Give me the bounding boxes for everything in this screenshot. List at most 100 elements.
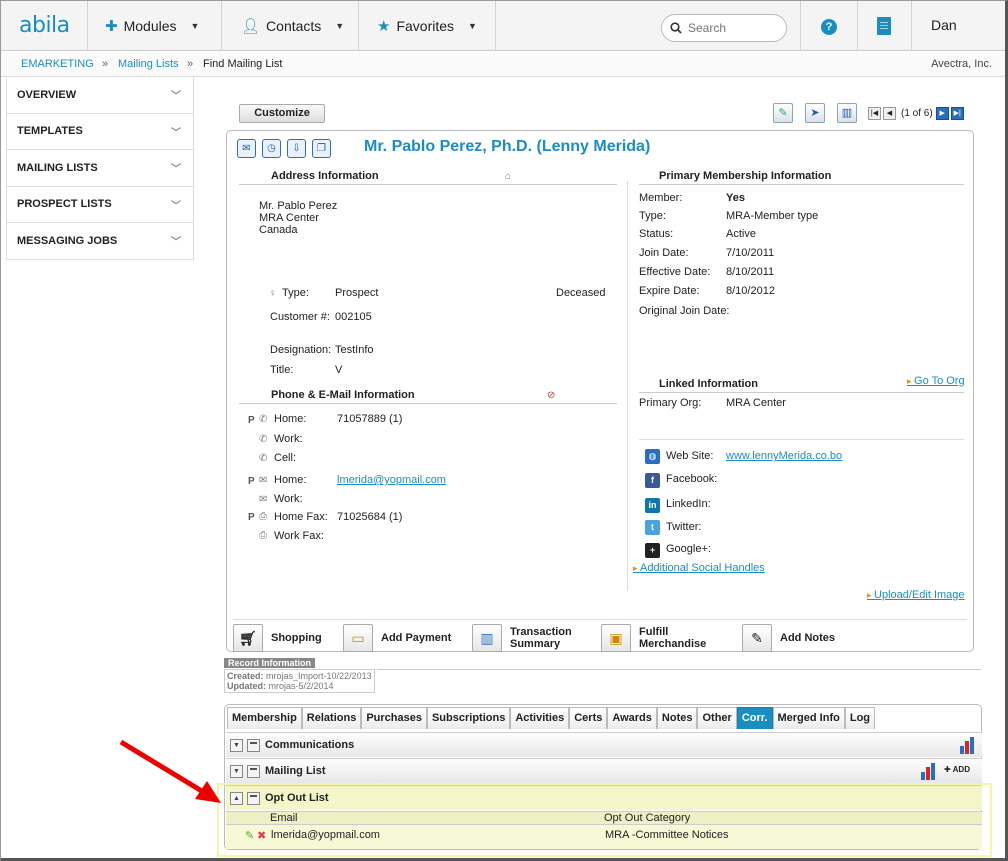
fulfill-merchandise-button[interactable]: ▣ Fulfill Merchandise (601, 624, 706, 652)
address-heading: Address Information (239, 170, 617, 185)
user-menu[interactable]: Dan (931, 17, 957, 33)
membership-heading: Primary Membership Information (639, 170, 964, 185)
clock-icon[interactable]: ◷ (262, 139, 281, 158)
chevron-down-icon: ▼ (468, 21, 477, 31)
search-input[interactable] (688, 21, 778, 35)
abila-logo[interactable]: abila (19, 13, 70, 38)
next-record-button[interactable]: ▶ (935, 106, 949, 120)
phone-icon: ✆ (259, 414, 268, 425)
tab-subscriptions[interactable]: Subscriptions (426, 707, 511, 729)
sidebar-item-mailing-lists[interactable]: MAILING LISTS ﹀ (7, 150, 193, 187)
person-type-icon: ♀ (269, 288, 277, 299)
fax-icon: ⎙ (259, 511, 267, 522)
highlight-box (217, 783, 992, 857)
tab-membership[interactable]: Membership (227, 707, 302, 729)
download-icon[interactable]: ⇩ (287, 139, 306, 158)
no-contact-icon: ⊘ (547, 390, 556, 401)
edit-pencil-icon[interactable]: ✎ (773, 103, 793, 123)
chevron-down-icon: ﹀ (171, 91, 181, 103)
transaction-summary-button[interactable]: ▥ Transaction Summary (472, 624, 572, 652)
help-icon[interactable]: ? (821, 19, 837, 35)
chevron-down-icon: ﹀ (171, 200, 181, 212)
red-arrow-annotation (119, 739, 221, 803)
tab-relations[interactable]: Relations (301, 707, 362, 729)
envelope-icon: ✉ (259, 494, 268, 505)
last-record-button[interactable]: ▶| (950, 106, 964, 120)
additional-social-handles-link[interactable]: Additional Social Handles (633, 562, 765, 574)
tab-certs[interactable]: Certs (569, 707, 608, 729)
phone-icon: ✆ (259, 453, 268, 464)
sidebar: OVERVIEW ﹀ TEMPLATES ﹀ MAILING LISTS ﹀ PROS… (6, 77, 194, 260)
tab-other[interactable]: Other (697, 707, 737, 729)
shopping-cart-icon: 🛒︎ (233, 624, 263, 652)
bar-chart-icon: ▥ (472, 624, 502, 652)
chevron-down-icon: ▼ (190, 21, 200, 31)
phone-email-heading: Phone & E-Mail Information (239, 389, 617, 404)
shopping-button[interactable]: 🛒︎ Shopping (233, 624, 322, 652)
facebook-icon: f (645, 473, 660, 488)
bar-chart-icon[interactable] (958, 736, 978, 754)
first-record-button[interactable]: |◀ (868, 106, 881, 120)
chevron-down-icon: ﹀ (171, 164, 181, 176)
puzzle-icon: ✚ (105, 18, 118, 35)
modules-menu[interactable]: ✚ Modules ▼ (105, 1, 199, 51)
add-notes-button[interactable]: ✎ Add Notes (742, 624, 835, 652)
google-plus-icon: + (645, 543, 660, 558)
globe-icon: ◍ (645, 449, 660, 464)
person-icon: 👤︎ (241, 18, 261, 35)
organization-icon[interactable] (877, 17, 891, 35)
expand-toggle[interactable]: ▼ (230, 739, 243, 752)
chevron-down-icon: ▼ (335, 21, 345, 31)
add-payment-button[interactable]: ▭ Add Payment (343, 624, 451, 652)
linkedin-icon: in (645, 498, 660, 513)
phone-icon: ✆ (259, 434, 268, 445)
chevron-down-icon: ﹀ (171, 127, 181, 139)
tab-notes[interactable]: Notes (656, 707, 698, 729)
tab-purchases[interactable]: Purchases (361, 707, 427, 729)
customize-button[interactable]: Customize (239, 104, 325, 123)
credit-card-icon: ▭ (343, 624, 373, 652)
package-icon: ▣ (601, 624, 631, 652)
sidebar-item-prospect-lists[interactable]: PROSPECT LISTS ﹀ (7, 187, 193, 223)
search-icon (670, 22, 682, 34)
tab-merged-info[interactable]: Merged Info (772, 707, 845, 729)
sidebar-item-templates[interactable]: TEMPLATES ﹀ (7, 114, 193, 150)
email-home-link[interactable]: lmerida@yopmail.com (337, 474, 446, 486)
section-menu-icon[interactable] (247, 765, 260, 778)
sidebar-item-messaging-jobs[interactable]: MESSAGING JOBS ﹀ (7, 223, 193, 260)
breadcrumb-emarketing[interactable]: EMARKETING (21, 58, 94, 70)
contacts-menu[interactable]: 👤︎ Contacts ▼ (241, 1, 344, 51)
breadcrumb-current: Find Mailing List (203, 58, 283, 70)
copy-icon[interactable]: ❐ (312, 139, 331, 158)
tab-log[interactable]: Log (844, 707, 876, 729)
bar-chart-icon[interactable] (919, 762, 939, 780)
tab-activities[interactable]: Activities (510, 707, 570, 729)
section-menu-icon[interactable] (247, 739, 260, 752)
tab-awards[interactable]: Awards (607, 707, 657, 729)
upload-edit-image-link[interactable]: Upload/Edit Image (867, 589, 965, 601)
website-link[interactable]: www.lennyMerida.co.bo (726, 450, 842, 462)
record-actions: 🛒︎ Shopping ▭ Add Payment ▥ Transaction Summ… (233, 619, 967, 653)
mailing-list-section: ▼ Mailing List ✚ ADD (226, 758, 982, 783)
pointer-icon[interactable]: ➤ (805, 103, 825, 123)
tab-strip: Membership Relations Purchases Subscript… (227, 707, 876, 729)
search-box[interactable] (661, 14, 787, 42)
notepad-icon: ✎ (742, 624, 772, 652)
prev-record-button[interactable]: ◀ (883, 106, 896, 120)
add-button[interactable]: ✚ ADD (944, 765, 970, 774)
sidebar-item-overview[interactable]: OVERVIEW ﹀ (7, 77, 193, 114)
record-pager: |◀ ◀ (1 of 6) ▶ ▶| (868, 106, 966, 120)
record-information: Record Information Created: mrojas_Impor… (224, 658, 375, 693)
home-icon: ⌂ (505, 171, 512, 182)
go-to-org-link[interactable]: Go To Org (907, 375, 965, 387)
email-icon[interactable]: ✉ (237, 139, 256, 158)
breadcrumb: EMARKETING » Mailing Lists » Find Mailin… (1, 52, 1005, 77)
record-profile-card: ✉ ◷ ⇩ ❐ Mr. Pablo Perez, Ph.D. (Lenny Me… (226, 130, 974, 652)
expand-toggle[interactable]: ▼ (230, 765, 243, 778)
favorites-menu[interactable]: ★ Favorites ▼ (377, 1, 477, 51)
communications-section: ▼ Communications (226, 732, 982, 757)
chart-icon[interactable]: ▥ (837, 103, 857, 123)
breadcrumb-mailing-lists[interactable]: Mailing Lists (118, 58, 179, 70)
star-icon: ★ (377, 18, 391, 35)
tab-corr[interactable]: Corr. (736, 707, 773, 729)
